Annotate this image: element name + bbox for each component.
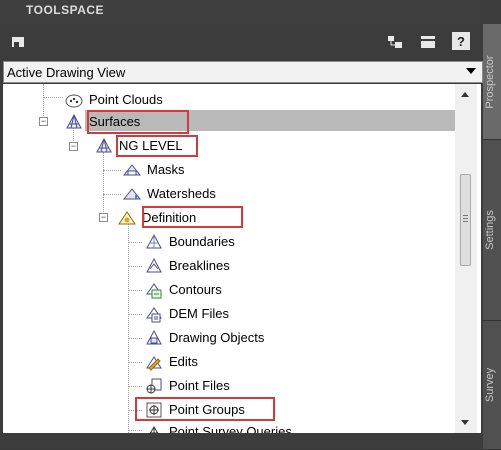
tree-item-label: Contours [169,282,222,297]
scroll-down-icon[interactable] [461,420,469,425]
drawing-objects-icon [146,329,162,345]
tree-item-label: Point Clouds [89,92,163,107]
toolbar: ? [0,24,480,60]
definition-expander[interactable]: − [99,213,108,222]
tree-item-label: Point Groups [169,402,245,417]
tree-item-point-files[interactable]: Point Files [145,376,345,396]
tree-item-boundaries[interactable]: Boundaries [145,232,345,252]
tree-item-label: Watersheds [147,186,216,201]
point-survey-queries-icon [149,426,159,433]
surface-icon [96,137,112,153]
tab-label: Prospector [484,54,496,109]
tab-prospector[interactable]: Prospector [483,24,501,140]
watersheds-icon [123,188,141,200]
surfaces-icon [66,113,82,129]
tree-item-label: Drawing Objects [169,330,265,345]
help-label: ? [457,33,465,49]
tree-item-label: Boundaries [169,234,235,249]
tree-item-label: Edits [169,354,198,369]
scroll-up-icon[interactable] [461,92,469,97]
tree-item-edits[interactable]: Edits [145,352,345,372]
toolspace-window: { "title": "TOOLSPACE", "toolbar": { "le… [0,0,501,450]
dem-files-icon [146,307,162,323]
tree-item-surfaces[interactable]: Surfaces [65,112,265,132]
tree-item-watersheds[interactable]: Watersheds [123,184,323,204]
drawing-icon[interactable] [8,32,28,52]
tree-item-label: Point Survey Queries [169,424,292,433]
tree-item-point-groups[interactable]: Point Groups [145,400,345,420]
edits-icon [146,356,162,371]
contours-icon [146,283,162,299]
tree-item-contours[interactable]: Contours [145,280,345,300]
tree-item-label: Point Files [169,378,230,393]
tree-scrollbar[interactable] [455,84,477,433]
tree-item-label: Definition [142,210,197,225]
item-view-icon[interactable] [385,32,405,52]
panel-title: TOOLSPACE [26,3,105,17]
breaklines-icon [146,257,162,273]
prospector-tree: − − − Point Clouds Surfaces NG LEVEL Mas… [3,84,481,433]
masks-icon [123,164,141,176]
side-tabs: Prospector Settings Survey [483,24,501,450]
bottom-strip [0,433,483,449]
surfaces-expander[interactable]: − [39,117,48,126]
tab-survey[interactable]: Survey [483,321,501,450]
ng-level-expander[interactable]: − [69,142,78,151]
point-files-icon [146,378,162,394]
tree-item-point-clouds[interactable]: Point Clouds [65,90,265,110]
boundaries-icon [146,233,162,249]
tree-item-label: Surfaces [89,114,141,129]
tree-item-label: NG LEVEL [119,138,183,153]
view-select-value: Active Drawing View [7,65,126,80]
tab-label: Survey [484,367,496,403]
tree-item-drawing-objects[interactable]: Drawing Objects [145,328,345,348]
tree-item-masks[interactable]: Masks [123,160,323,180]
tree-item-ng-level[interactable]: NG LEVEL [95,136,295,156]
tab-label: Settings [484,210,496,250]
tree-item-label: DEM Files [169,306,229,321]
tree-item-breaklines[interactable]: Breaklines [145,256,345,276]
definition-icon [118,211,136,225]
view-select[interactable]: Active Drawing View [3,61,483,83]
tree-item-dem-files[interactable]: DEM Files [145,304,345,324]
tree-item-label: Breaklines [169,258,230,273]
point-clouds-icon [65,94,83,108]
scroll-thumb[interactable] [460,174,471,266]
tab-settings[interactable]: Settings [483,140,501,321]
list-view-icon[interactable] [418,32,438,52]
title-bar: TOOLSPACE [0,0,480,24]
point-groups-icon [146,402,162,418]
help-icon[interactable]: ? [452,32,470,50]
tree-item-definition[interactable]: Definition [118,208,318,228]
chevron-down-icon[interactable] [466,68,476,74]
tree-item-label: Masks [147,162,185,177]
tree-item-point-survey-queries[interactable]: Point Survey Queries [145,422,365,433]
